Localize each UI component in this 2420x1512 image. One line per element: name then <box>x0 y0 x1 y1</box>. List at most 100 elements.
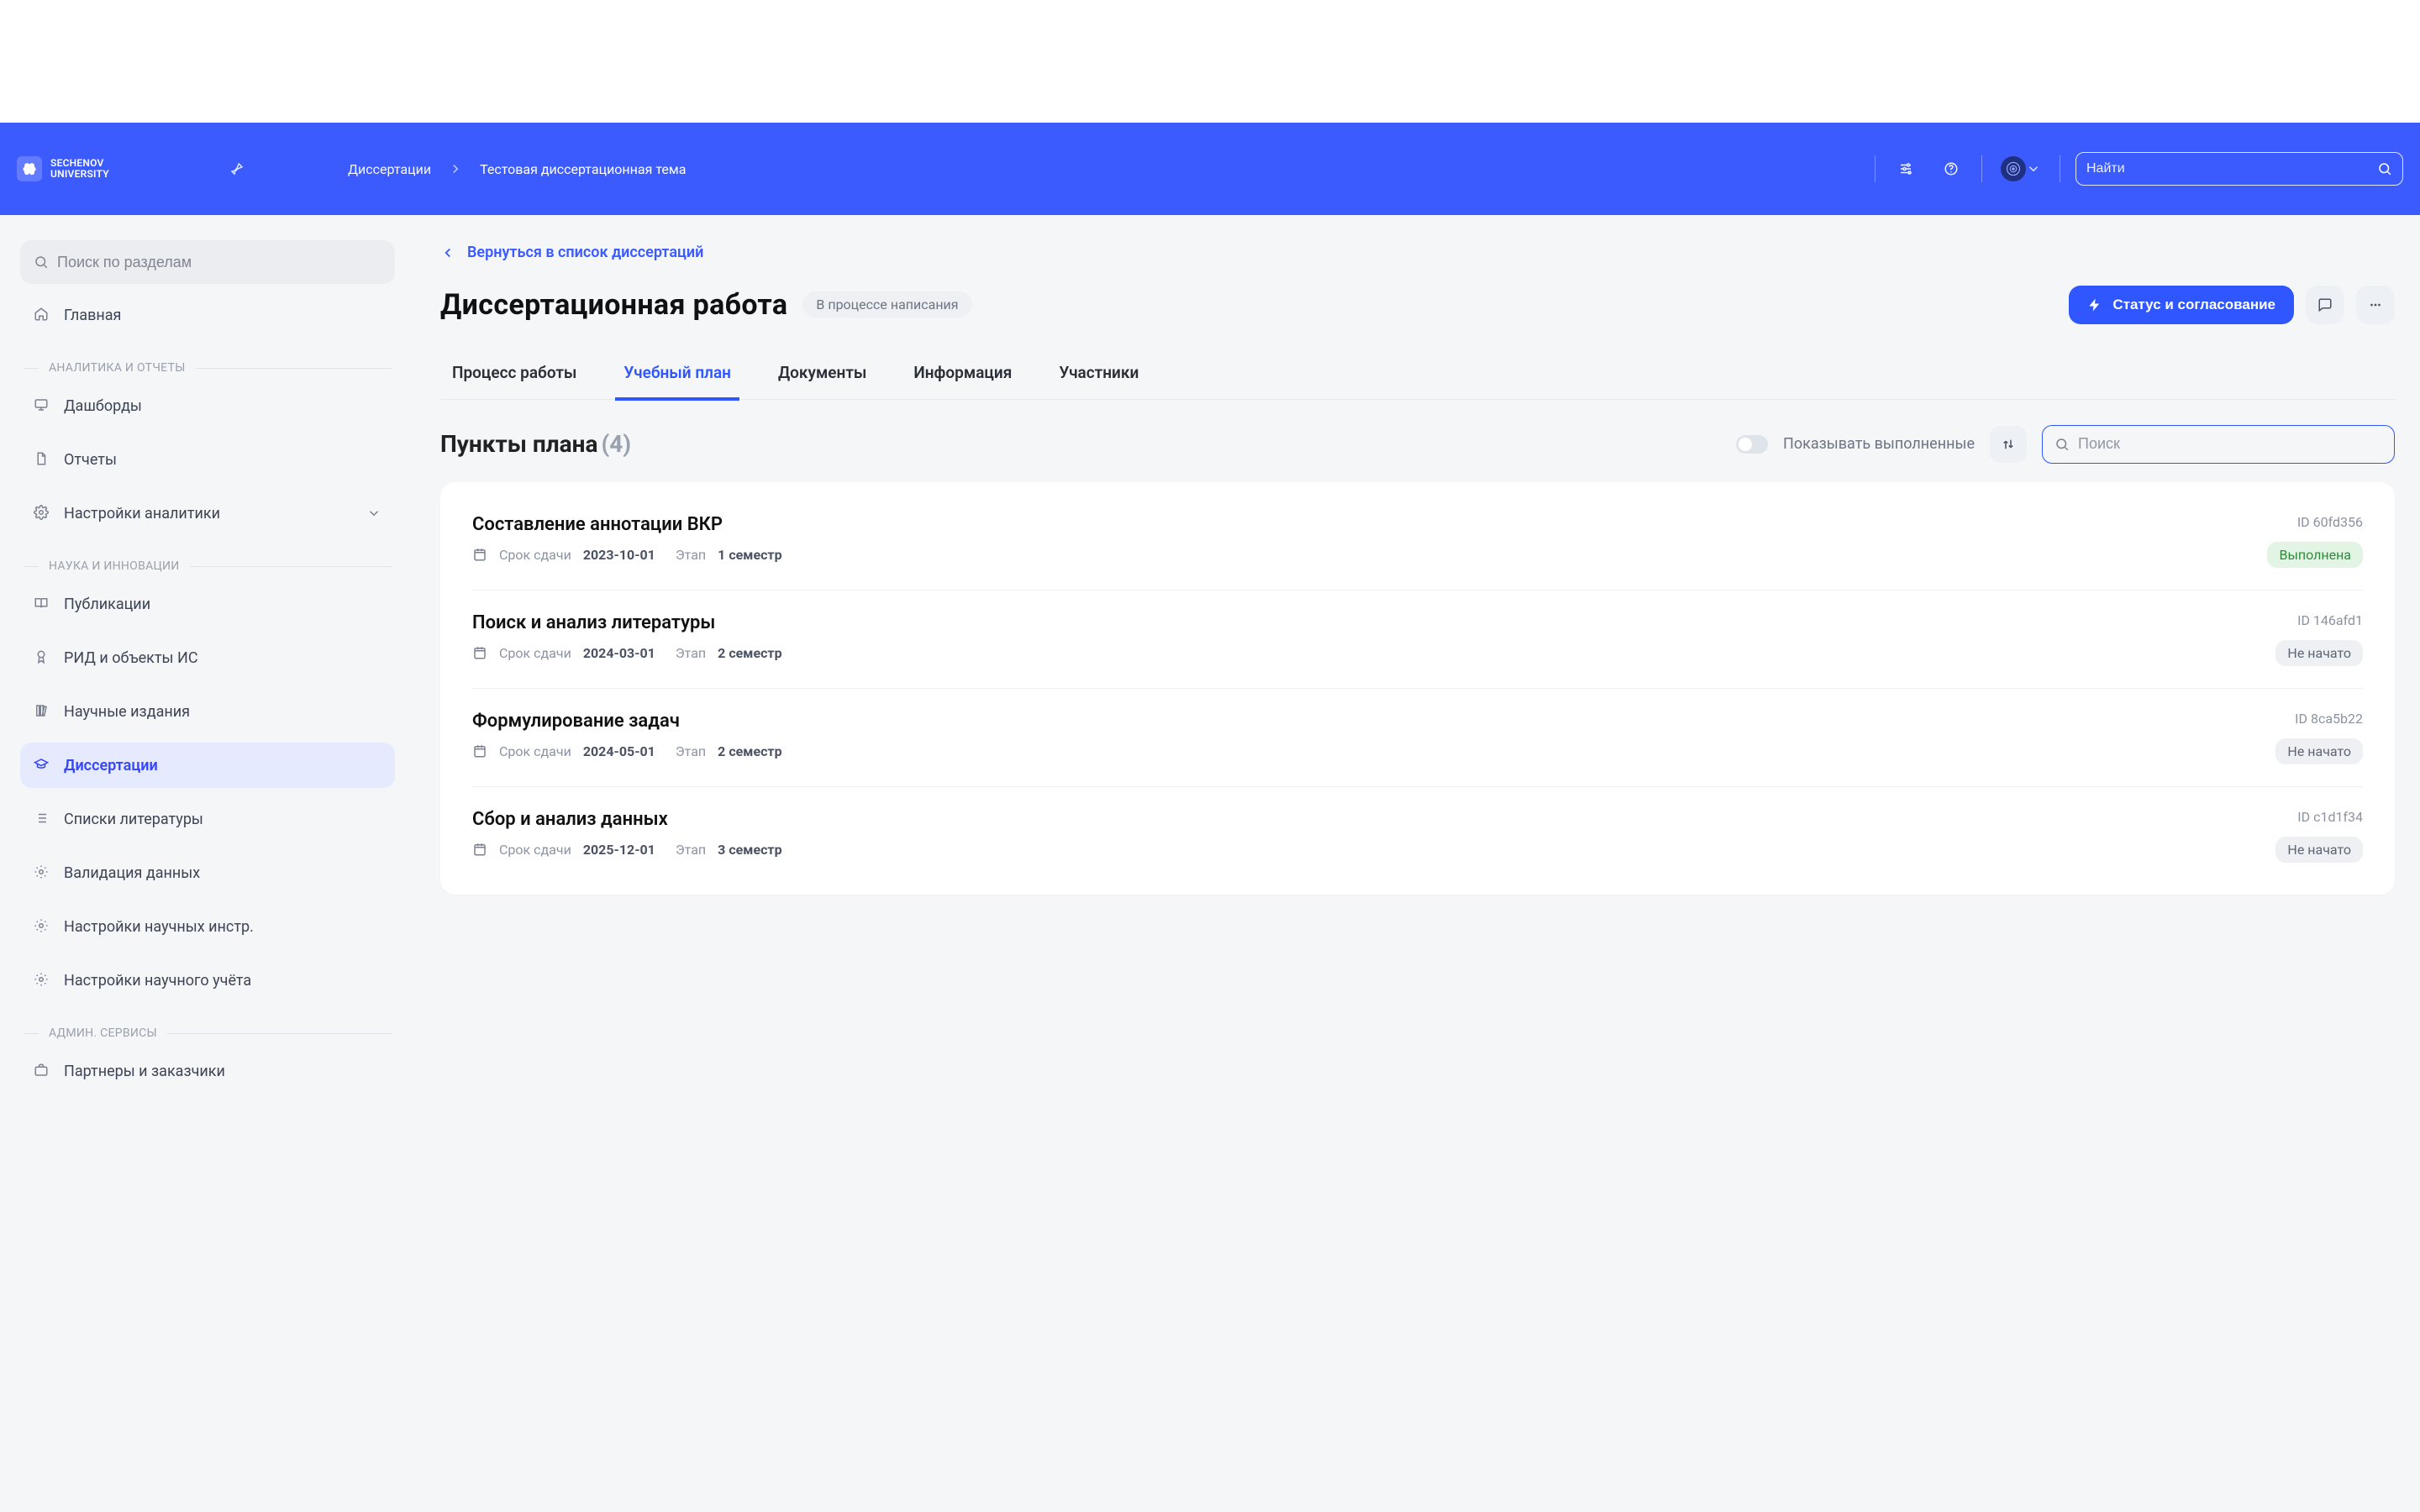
sidebar-item-rid[interactable]: РИД и объекты ИС <box>20 635 395 680</box>
briefcase-icon <box>34 1063 50 1079</box>
plan-item-meta: Срок сдачи 2024-03-01 Этап 2 семестр <box>472 645 2275 661</box>
plan-count: (4) <box>601 430 631 458</box>
tab-plan[interactable]: Учебный план <box>615 353 739 401</box>
sidebar-item-label: Главная <box>64 307 121 324</box>
status-approval-button[interactable]: Статус и согласование <box>2069 286 2294 324</box>
plan-search-input[interactable] <box>2078 435 2382 453</box>
settings-sliders-icon[interactable] <box>1891 154 1921 184</box>
app-logo[interactable]: SECHENOV UNIVERSITY <box>17 156 202 181</box>
sidebar-item-dashboards[interactable]: Дашборды <box>20 383 395 428</box>
page-title-row: Диссертационная работа В процессе написа… <box>440 286 2395 324</box>
global-search-input[interactable] <box>2086 161 2369 176</box>
sidebar-item-editions[interactable]: Научные издания <box>20 689 395 734</box>
bolt-icon <box>2087 297 2102 312</box>
sidebar-search[interactable] <box>20 240 395 284</box>
sidebar-item-validation[interactable]: Валидация данных <box>20 850 395 895</box>
sidebar-item-dissertations[interactable]: Диссертации <box>20 743 395 788</box>
book-open-icon <box>34 596 50 612</box>
sidebar-item-label: Списки литературы <box>64 811 203 828</box>
chevron-right-icon <box>448 161 463 176</box>
stage-label: Этап <box>676 743 706 759</box>
award-icon <box>34 649 50 666</box>
page-top-blank <box>0 0 2420 123</box>
header-actions <box>1875 152 2403 186</box>
global-search[interactable] <box>2075 152 2403 186</box>
sidebar-item-label: Настройки аналитики <box>64 505 220 522</box>
plan-item-meta: Срок сдачи 2025-12-01 Этап 3 семестр <box>472 842 2275 858</box>
sort-icon <box>2001 437 2016 452</box>
sort-button[interactable] <box>1990 426 2027 463</box>
sidebar-item-label: Научные издания <box>64 703 190 721</box>
breadcrumb-root[interactable]: Диссертации <box>348 161 431 177</box>
sidebar-item-label: Настройки научных инстр. <box>64 918 254 936</box>
more-actions-button[interactable] <box>2356 286 2395 324</box>
sidebar-item-partners[interactable]: Партнеры и заказчики <box>20 1048 395 1094</box>
plan-item-id: ID 8ca5b22 <box>2295 711 2363 727</box>
sidebar-item-label: Отчеты <box>64 451 117 469</box>
tab-info[interactable]: Информация <box>905 353 1020 401</box>
sidebar-item-label: Партнеры и заказчики <box>64 1063 225 1080</box>
plan-items-card: Составление аннотации ВКР Срок сдачи 202… <box>440 482 2395 895</box>
sidebar-item-reports[interactable]: Отчеты <box>20 437 395 482</box>
plan-item-row[interactable]: Поиск и анализ литературы Срок сдачи 202… <box>472 591 2363 689</box>
gear-icon <box>34 505 50 522</box>
sidebar-item-label: РИД и объекты ИС <box>64 649 198 667</box>
title-actions: Статус и согласование <box>2069 286 2395 324</box>
show-completed-toggle[interactable] <box>1736 435 1768 454</box>
brain-icon <box>17 156 42 181</box>
due-value: 2023-10-01 <box>583 547 655 563</box>
tab-participants[interactable]: Участники <box>1050 353 1147 401</box>
logo-text: SECHENOV UNIVERSITY <box>50 158 109 179</box>
user-menu[interactable] <box>1997 154 2044 184</box>
back-to-list-link[interactable]: Вернуться в список диссертаций <box>440 244 703 261</box>
pin-sidebar-button[interactable] <box>222 154 252 184</box>
sidebar-item-label: Настройки научного учёта <box>64 972 251 990</box>
sidebar: Главная АНАЛИТИКА И ОТЧЕТЫ Дашборды Отче… <box>0 215 415 1512</box>
plan-item-status-badge: Не начато <box>2275 837 2363 863</box>
chevron-left-icon <box>440 245 455 260</box>
sidebar-item-sciaccount-settings[interactable]: Настройки научного учёта <box>20 958 395 1003</box>
sidebar-item-litlists[interactable]: Списки литературы <box>20 796 395 842</box>
books-icon <box>34 703 50 720</box>
chevron-down-icon <box>366 506 381 521</box>
sidebar-item-scitools-settings[interactable]: Настройки научных инстр. <box>20 904 395 949</box>
stage-label: Этап <box>676 842 706 858</box>
stage-value: 2 семестр <box>718 743 781 759</box>
sidebar-item-home[interactable]: Главная <box>20 292 395 338</box>
main-content: Вернуться в список диссертаций Диссертац… <box>415 215 2420 1512</box>
calendar-icon <box>472 645 487 660</box>
gear-icon <box>34 864 50 881</box>
list-icon <box>34 811 50 827</box>
document-icon <box>34 451 50 468</box>
chat-icon <box>2317 297 2333 312</box>
plan-item-status-badge: Не начато <box>2275 640 2363 666</box>
due-label: Срок сдачи <box>499 743 571 759</box>
plan-title: Пункты плана <box>440 430 597 458</box>
search-icon <box>2054 437 2070 452</box>
plan-item-id: ID 146afd1 <box>2297 612 2363 628</box>
sidebar-search-input[interactable] <box>57 254 381 271</box>
home-icon <box>34 307 50 323</box>
plan-title-wrap: Пункты плана (4) <box>440 430 631 458</box>
plan-item-row[interactable]: Формулирование задач Срок сдачи 2024-05-… <box>472 689 2363 787</box>
comments-button[interactable] <box>2306 286 2344 324</box>
graduation-cap-icon <box>34 757 50 774</box>
due-label: Срок сдачи <box>499 842 571 858</box>
divider <box>1981 155 1982 182</box>
tab-documents[interactable]: Документы <box>770 353 875 401</box>
due-value: 2024-05-01 <box>583 743 655 759</box>
gear-icon <box>34 972 50 989</box>
plan-header: Пункты плана (4) Показывать выполненные <box>440 425 2395 464</box>
avatar-icon <box>2001 156 2026 181</box>
plan-item-title: Формулирование задач <box>472 711 2275 732</box>
sidebar-item-analytics-settings[interactable]: Настройки аналитики <box>20 491 395 536</box>
tab-process[interactable]: Процесс работы <box>444 353 585 401</box>
plan-search[interactable] <box>2042 425 2395 464</box>
plan-item-id: ID 60fd356 <box>2297 514 2363 530</box>
plan-item-row[interactable]: Составление аннотации ВКР Срок сдачи 202… <box>472 492 2363 591</box>
due-label: Срок сдачи <box>499 645 571 661</box>
sidebar-group-admin: АДМИН. СЕРВИСЫ <box>24 1026 392 1040</box>
help-icon[interactable] <box>1936 154 1966 184</box>
plan-item-row[interactable]: Сбор и анализ данных Срок сдачи 2025-12-… <box>472 787 2363 885</box>
sidebar-item-publications[interactable]: Публикации <box>20 581 395 627</box>
